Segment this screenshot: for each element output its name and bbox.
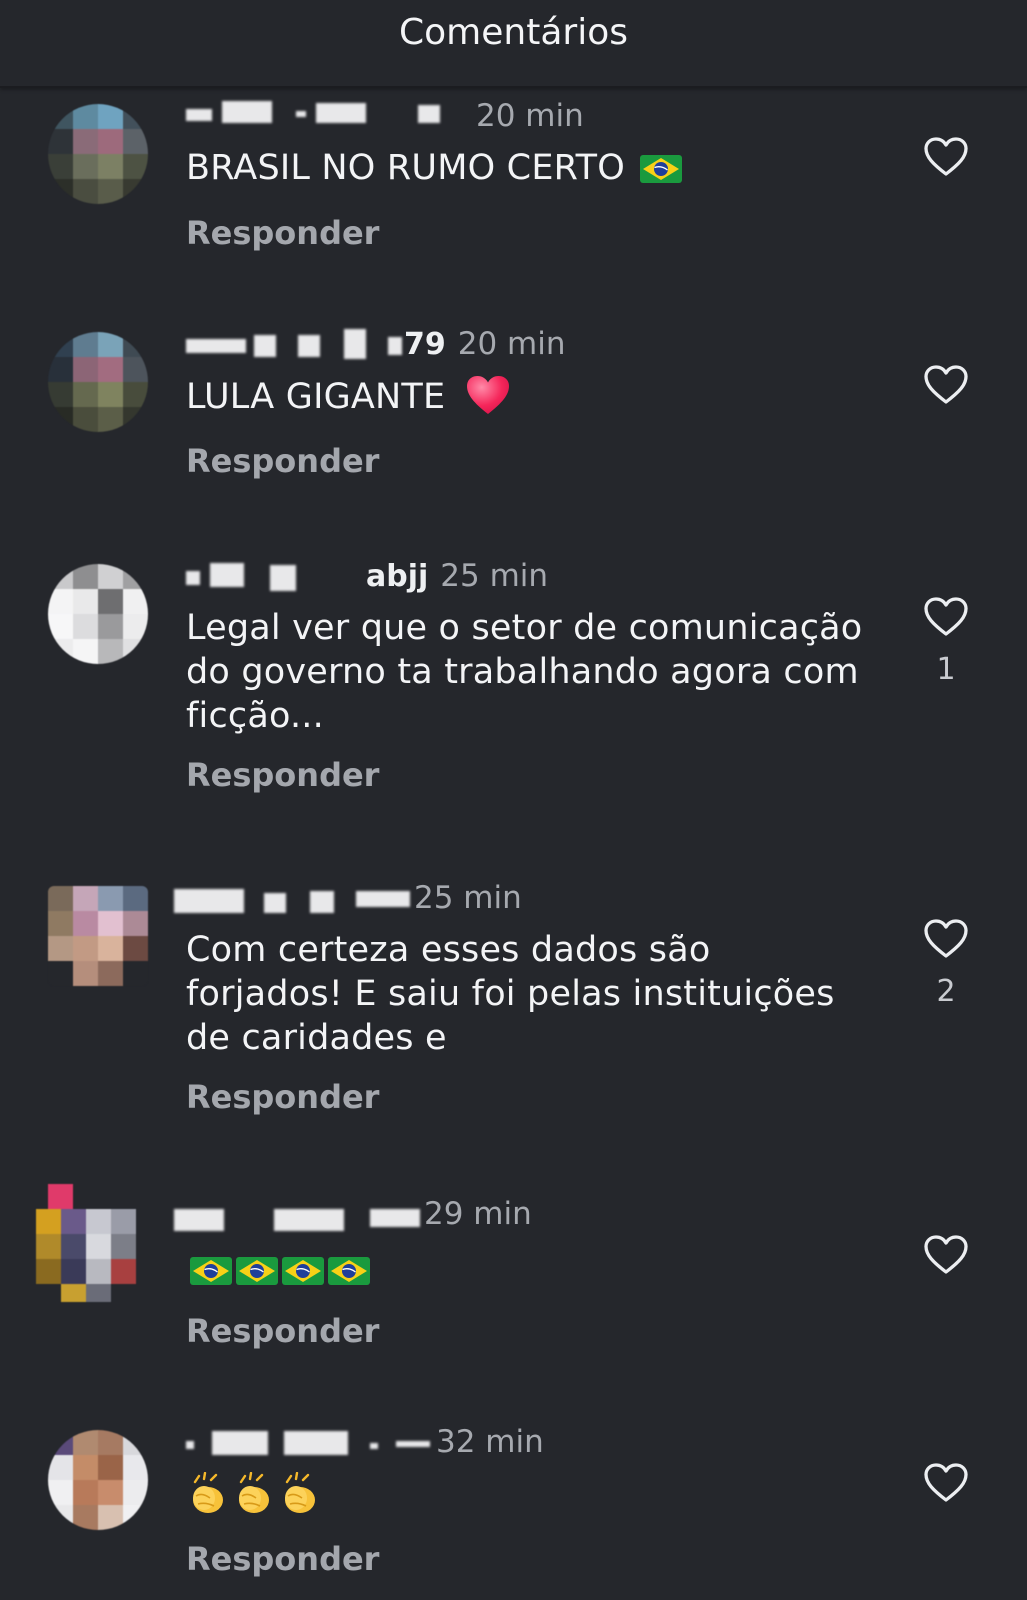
comment-time: 25 min xyxy=(414,880,522,916)
username-tail[interactable]: abjj xyxy=(366,559,428,594)
avatar[interactable] xyxy=(48,564,148,664)
avatar[interactable] xyxy=(48,332,148,432)
comment-text xyxy=(186,1472,866,1521)
comments-header: Comentários xyxy=(0,0,1027,88)
comment-time: 32 min xyxy=(436,1424,544,1460)
comment-meta: 20 min xyxy=(186,96,584,136)
comment-time: 20 min xyxy=(457,326,566,362)
brazil-flag-emoji xyxy=(640,155,683,183)
comment-text: BRASIL NO RUMO CERTO xyxy=(186,146,866,190)
reply-button[interactable]: Responder xyxy=(186,442,379,480)
comment-text: Legal ver que o setor de comunicação do … xyxy=(186,608,863,736)
comment-time: 20 min xyxy=(476,98,584,134)
heart-outline-icon xyxy=(924,919,968,958)
brazil-flag-emoji xyxy=(328,1257,370,1285)
username-redacted[interactable] xyxy=(186,101,476,131)
reply-button[interactable]: Responder xyxy=(186,756,379,794)
reply-button[interactable]: Responder xyxy=(186,1078,379,1116)
clapping-hands-emoji xyxy=(285,1472,315,1513)
comment-meta: 29 min xyxy=(174,1194,532,1234)
comment-text: Com certeza esses dados são forjados! E … xyxy=(186,930,835,1058)
avatar[interactable] xyxy=(36,1184,148,1302)
reply-button[interactable]: Responder xyxy=(186,214,379,252)
username-redacted[interactable] xyxy=(186,329,404,359)
brazil-flag-emoji xyxy=(190,1257,232,1285)
heart-outline-icon xyxy=(924,365,968,404)
heart-outline-icon xyxy=(924,1235,968,1274)
reply-button[interactable]: Responder xyxy=(186,1312,379,1350)
like-button[interactable] xyxy=(922,596,970,640)
avatar[interactable] xyxy=(48,1430,148,1530)
comment-meta: abjj 25 min xyxy=(186,556,548,596)
clapping-hands-emoji xyxy=(193,1472,223,1513)
like-button[interactable] xyxy=(922,364,970,408)
comment-meta: 25 min xyxy=(174,878,522,918)
heart-outline-icon xyxy=(924,597,968,636)
username-redacted[interactable] xyxy=(174,883,414,913)
header-title: Comentários xyxy=(399,11,628,53)
brazil-flag-emoji xyxy=(236,1257,278,1285)
red-heart-emoji xyxy=(466,376,509,414)
like-button[interactable] xyxy=(922,136,970,180)
brazil-flag-emoji xyxy=(282,1257,324,1285)
reply-button[interactable]: Responder xyxy=(186,1540,379,1578)
avatar[interactable] xyxy=(48,886,148,986)
comment-meta: 79 20 min xyxy=(186,324,566,364)
comment-meta: 32 min xyxy=(186,1422,544,1462)
like-button[interactable] xyxy=(922,918,970,962)
like-button[interactable] xyxy=(922,1234,970,1278)
username-redacted[interactable] xyxy=(186,1427,436,1457)
like-count: 1 xyxy=(936,652,956,687)
comment-time: 25 min xyxy=(440,558,549,594)
comment-time: 29 min xyxy=(424,1196,532,1232)
like-button[interactable] xyxy=(922,1462,970,1506)
username-redacted[interactable] xyxy=(174,1199,424,1231)
comment-text: LULA GIGANTE xyxy=(186,374,866,419)
clapping-hands-emoji xyxy=(239,1472,269,1513)
heart-outline-icon xyxy=(924,1463,968,1502)
heart-outline-icon xyxy=(924,137,968,176)
username-tail[interactable]: 79 xyxy=(404,327,446,362)
like-count: 2 xyxy=(936,974,956,1009)
comment-text xyxy=(186,1248,866,1292)
username-redacted[interactable] xyxy=(186,561,366,591)
avatar[interactable] xyxy=(48,104,148,204)
